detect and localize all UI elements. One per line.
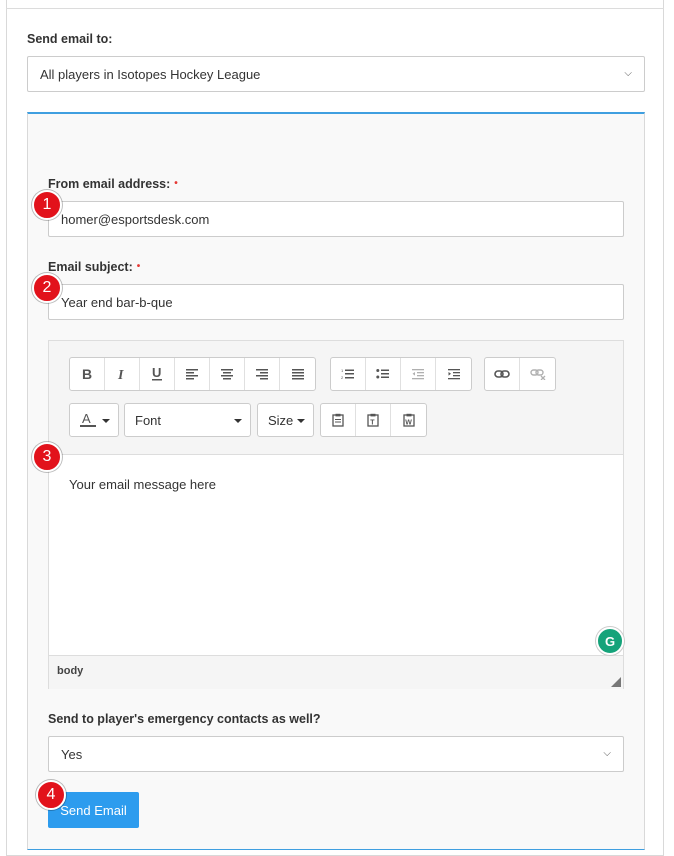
align-justify-icon[interactable] xyxy=(280,358,315,390)
align-left-icon[interactable] xyxy=(175,358,210,390)
svg-text:W: W xyxy=(405,420,412,427)
emergency-contacts-select[interactable]: Yes ⌵ xyxy=(48,736,624,772)
editor-body-text: Your email message here xyxy=(69,477,216,492)
svg-text:A: A xyxy=(82,412,91,426)
editor-toolbar: B I U 12 A Font Size T W xyxy=(49,341,623,455)
caret-down-icon xyxy=(297,419,305,423)
caret-down-icon xyxy=(102,419,110,423)
paste-word-icon[interactable]: W xyxy=(391,404,426,436)
indent-icon[interactable] xyxy=(436,358,471,390)
ordered-list-icon[interactable]: 12 xyxy=(331,358,366,390)
editor-content-area[interactable]: Your email message here xyxy=(49,455,623,655)
bold-icon[interactable]: B xyxy=(70,358,105,390)
align-right-icon[interactable] xyxy=(245,358,280,390)
size-dropdown[interactable]: Size xyxy=(257,403,314,437)
editor-status-bar: body xyxy=(49,655,623,689)
unordered-list-icon[interactable] xyxy=(366,358,401,390)
svg-text:U: U xyxy=(152,366,161,380)
svg-text:2: 2 xyxy=(341,375,344,380)
outdent-icon[interactable] xyxy=(401,358,436,390)
required-indicator: • xyxy=(136,261,141,272)
chevron-down-icon: ⌵ xyxy=(624,67,632,79)
text-color-icon: A xyxy=(80,412,96,427)
caret-down-icon xyxy=(234,419,242,423)
italic-icon[interactable]: I xyxy=(105,358,140,390)
from-email-input[interactable]: homer@esportsdesk.com xyxy=(48,201,624,237)
step-marker-1: 1 xyxy=(32,190,62,220)
paste-group: T W xyxy=(320,403,427,437)
link-group xyxy=(484,357,556,391)
emergency-contacts-value: Yes xyxy=(61,746,83,762)
top-divider xyxy=(6,8,664,9)
step-marker-4: 4 xyxy=(36,780,66,810)
format-align-group: B I U xyxy=(69,357,316,391)
underline-icon[interactable]: U xyxy=(140,358,175,390)
resize-handle-icon[interactable] xyxy=(611,677,621,687)
send-to-select[interactable]: All players in Isotopes Hockey League ⌵ xyxy=(27,56,645,92)
paste-text-icon[interactable]: T xyxy=(356,404,391,436)
send-to-value: All players in Isotopes Hockey League xyxy=(40,66,261,82)
svg-text:B: B xyxy=(82,367,92,381)
link-icon[interactable] xyxy=(485,358,520,390)
svg-text:T: T xyxy=(370,420,375,427)
subject-value: Year end bar-b-que xyxy=(61,294,173,310)
grammarly-icon[interactable]: G xyxy=(596,627,624,655)
font-dropdown[interactable]: Font xyxy=(124,403,251,437)
chevron-down-icon: ⌵ xyxy=(603,747,611,759)
send-to-label: Send email to: xyxy=(27,32,113,46)
from-label-text: From email address: xyxy=(48,177,171,191)
font-label: Font xyxy=(135,412,162,428)
size-label: Size xyxy=(268,412,294,428)
required-indicator: • xyxy=(174,178,178,189)
step-marker-3: 3 xyxy=(32,442,62,472)
svg-text:I: I xyxy=(117,368,124,381)
svg-text:1: 1 xyxy=(341,368,344,373)
from-email-value: homer@esportsdesk.com xyxy=(61,211,210,227)
emergency-contacts-label: Send to player's emergency contacts as w… xyxy=(48,712,321,726)
subject-label-text: Email subject: xyxy=(48,260,133,274)
list-indent-group: 12 xyxy=(330,357,472,391)
step-marker-2: 2 xyxy=(32,273,62,303)
text-color-dropdown[interactable]: A xyxy=(69,403,119,437)
unlink-icon[interactable] xyxy=(520,358,555,390)
subject-label: Email subject: • xyxy=(48,260,140,274)
element-path: body xyxy=(57,665,84,677)
rich-text-editor: B I U 12 A Font Size T W Your email mess… xyxy=(48,340,624,689)
paste-icon[interactable] xyxy=(321,404,356,436)
subject-input[interactable]: Year end bar-b-que xyxy=(48,284,624,320)
from-label: From email address: • xyxy=(48,177,178,191)
align-center-icon[interactable] xyxy=(210,358,245,390)
